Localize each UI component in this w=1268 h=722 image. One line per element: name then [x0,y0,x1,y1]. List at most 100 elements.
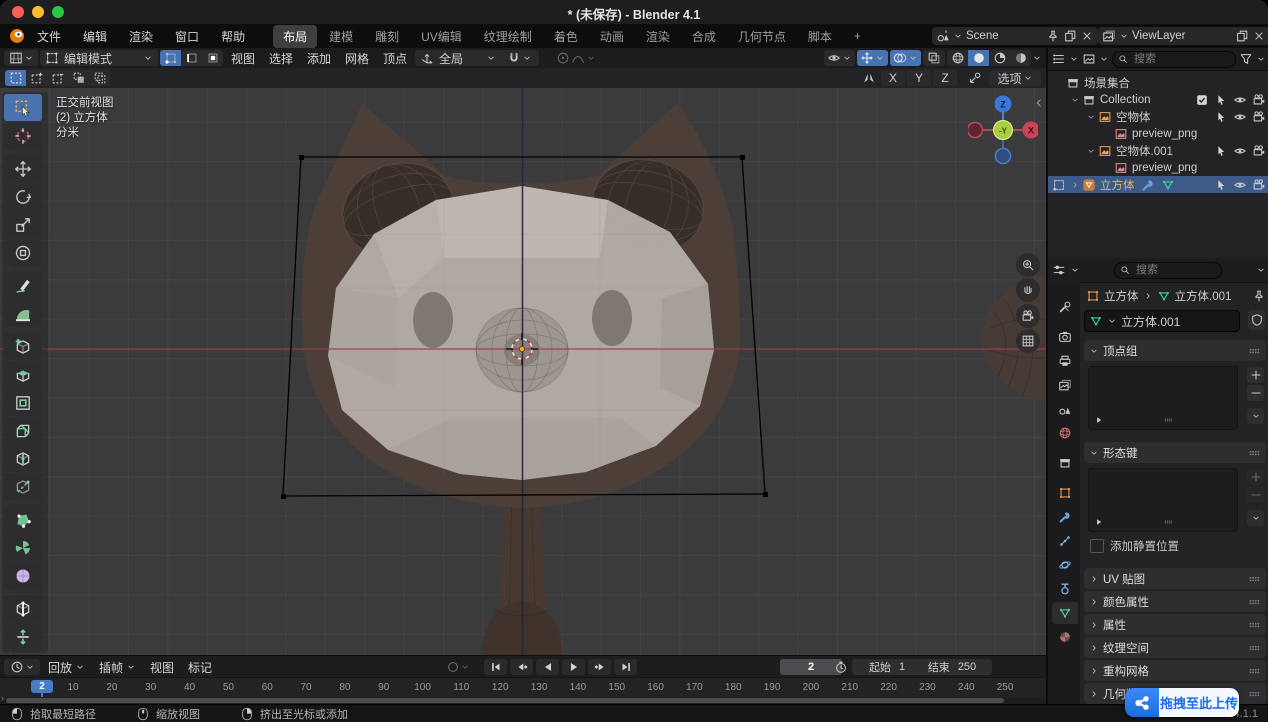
vertex-groups-list[interactable] [1088,366,1238,430]
outliner-row-空物体[interactable]: 空物体 [1048,108,1268,125]
panel-header-属性[interactable]: 属性 [1084,614,1266,635]
tweak-select-tool-button[interactable] [4,94,42,121]
list-filter-toggle-icon[interactable] [1094,415,1104,425]
camera-icon[interactable] [1252,93,1266,107]
app-menu-帮助[interactable]: 帮助 [210,24,256,48]
workspace-tab-脚本[interactable]: 脚本 [798,25,842,48]
playhead[interactable]: 2 [31,680,53,693]
rest-position-checkbox[interactable] [1090,539,1104,553]
world-tab-button[interactable] [1052,422,1078,444]
chevron-down-icon[interactable] [1256,265,1266,275]
outliner-row-preview_png[interactable]: preview_png [1048,125,1268,142]
workspace-tab-几何节点[interactable]: 几何节点 [728,25,796,48]
viewport-menu-添加[interactable]: 添加 [300,50,338,67]
bevel-tool-button[interactable] [4,417,42,444]
workspace-tab-建模[interactable]: 建模 [319,25,363,48]
camera-view-button[interactable] [1016,304,1040,328]
physics-tab-button[interactable] [1052,554,1078,576]
poly-build-tool-button[interactable] [4,506,42,533]
jump-end-button[interactable] [614,659,637,675]
camera-icon[interactable] [1252,178,1266,192]
chevron-left-icon[interactable] [1032,96,1046,110]
scale-tool-button[interactable] [4,211,42,238]
proportional-editing-group[interactable] [545,50,607,66]
app-menu-渲染[interactable]: 渲染 [118,24,164,48]
outliner-row-空物体.001[interactable]: 空物体.001 [1048,142,1268,159]
boxselect-extend-button[interactable] [26,70,47,86]
prev-keyframe-button[interactable] [510,659,533,675]
visibility-toggle[interactable] [824,50,855,66]
outliner-search[interactable] [1112,51,1236,68]
timeline-menu-插帧[interactable]: 插帧 [92,659,143,676]
app-menu-编辑[interactable]: 编辑 [72,24,118,48]
next-keyframe-button[interactable] [588,659,611,675]
vertex-group-remove-button[interactable] [1247,385,1264,401]
funnel-icon[interactable] [1239,52,1253,66]
blender-logo-icon[interactable] [8,27,26,45]
properties-search[interactable] [1114,262,1222,279]
grip-icon[interactable] [1247,641,1261,655]
transform-tool-button[interactable] [4,239,42,266]
pan-hand-button[interactable] [1016,278,1040,302]
timeline-editor-type-button[interactable] [4,659,40,675]
horizontal-scrollbar[interactable] [6,698,1004,703]
stopwatch-icon[interactable] [834,660,848,674]
pin-icon[interactable] [1252,289,1266,303]
camera-icon[interactable] [1252,144,1266,158]
shape-key-add-button[interactable] [1247,469,1264,485]
mode-dropdown[interactable]: 编辑模式 [40,50,158,66]
select-arrow-icon[interactable] [1214,93,1228,107]
grip-icon[interactable] [1247,446,1261,460]
timeline-menu-视图[interactable]: 视图 [143,659,181,676]
smooth-tool-button[interactable] [4,562,42,589]
gizmo-neg-x[interactable] [968,123,983,138]
options-dropdown[interactable]: 选项 [989,70,1041,86]
app-menu-文件[interactable]: 文件 [26,24,72,48]
cursor-tool-button[interactable] [4,122,42,149]
outliner-row-立方体[interactable]: 立方体 [1048,176,1268,193]
shape-keys-panel-header[interactable]: 形态键 [1084,442,1266,463]
breadcrumb-data[interactable]: 立方体.001 [1175,288,1232,304]
chevron-right-icon[interactable]: › [1,693,4,703]
expander-icon[interactable] [1070,95,1080,105]
close-icon[interactable] [1252,29,1266,43]
data-tab-button[interactable] [1052,602,1078,624]
jump-start-button[interactable] [484,659,507,675]
mesh-data-icon[interactable] [1161,178,1175,192]
eye-icon[interactable] [1233,93,1247,107]
edge-select-button[interactable] [181,50,202,66]
properties-search-input[interactable] [1134,263,1216,277]
rendered-shading-button[interactable] [1010,50,1031,66]
overlay-toggle[interactable] [890,50,921,66]
boxselect-subtract-button[interactable] [47,70,68,86]
gizmo-neg-z[interactable] [996,149,1011,164]
eye-icon[interactable] [1233,178,1247,192]
panel-header-颜色属性[interactable]: 颜色属性 [1084,591,1266,612]
workspace-tab-雕刻[interactable]: 雕刻 [365,25,409,48]
extrude-tool-button[interactable] [4,361,42,388]
vertex-group-add-button[interactable] [1247,367,1264,383]
vertex-groups-panel-header[interactable]: 顶点组 [1084,340,1266,361]
particles-tab-button[interactable] [1052,530,1078,552]
grid-ortho-button[interactable] [1016,329,1040,353]
eye-icon[interactable] [1233,144,1247,158]
viewport-menu-网格[interactable]: 网格 [338,50,376,67]
data-name-field[interactable]: 立方体.001 [1084,310,1240,332]
breadcrumb-object[interactable]: 立方体 [1104,288,1139,304]
output-tab-button[interactable] [1052,350,1078,372]
viewlayer-tab-button[interactable] [1052,374,1078,396]
grip-icon[interactable] [1247,618,1261,632]
filter-type-icon[interactable] [1082,52,1096,66]
vertex-select-button[interactable] [160,50,181,66]
frame-end-field[interactable]: 结束 250 [912,659,992,675]
workspace-tab-布局[interactable]: 布局 [273,25,317,48]
snap-target-icon[interactable] [968,71,982,85]
grip-icon[interactable] [1247,572,1261,586]
grip-icon[interactable] [1247,595,1261,609]
shrink-fatten-tool-button[interactable] [4,623,42,650]
copy-icon[interactable] [1063,29,1077,43]
zoom-button[interactable] [1016,253,1040,277]
panel-header-纹理空间[interactable]: 纹理空间 [1084,637,1266,658]
edge-slide-tool-button[interactable] [4,595,42,622]
scene-tab-button[interactable] [1052,398,1078,420]
